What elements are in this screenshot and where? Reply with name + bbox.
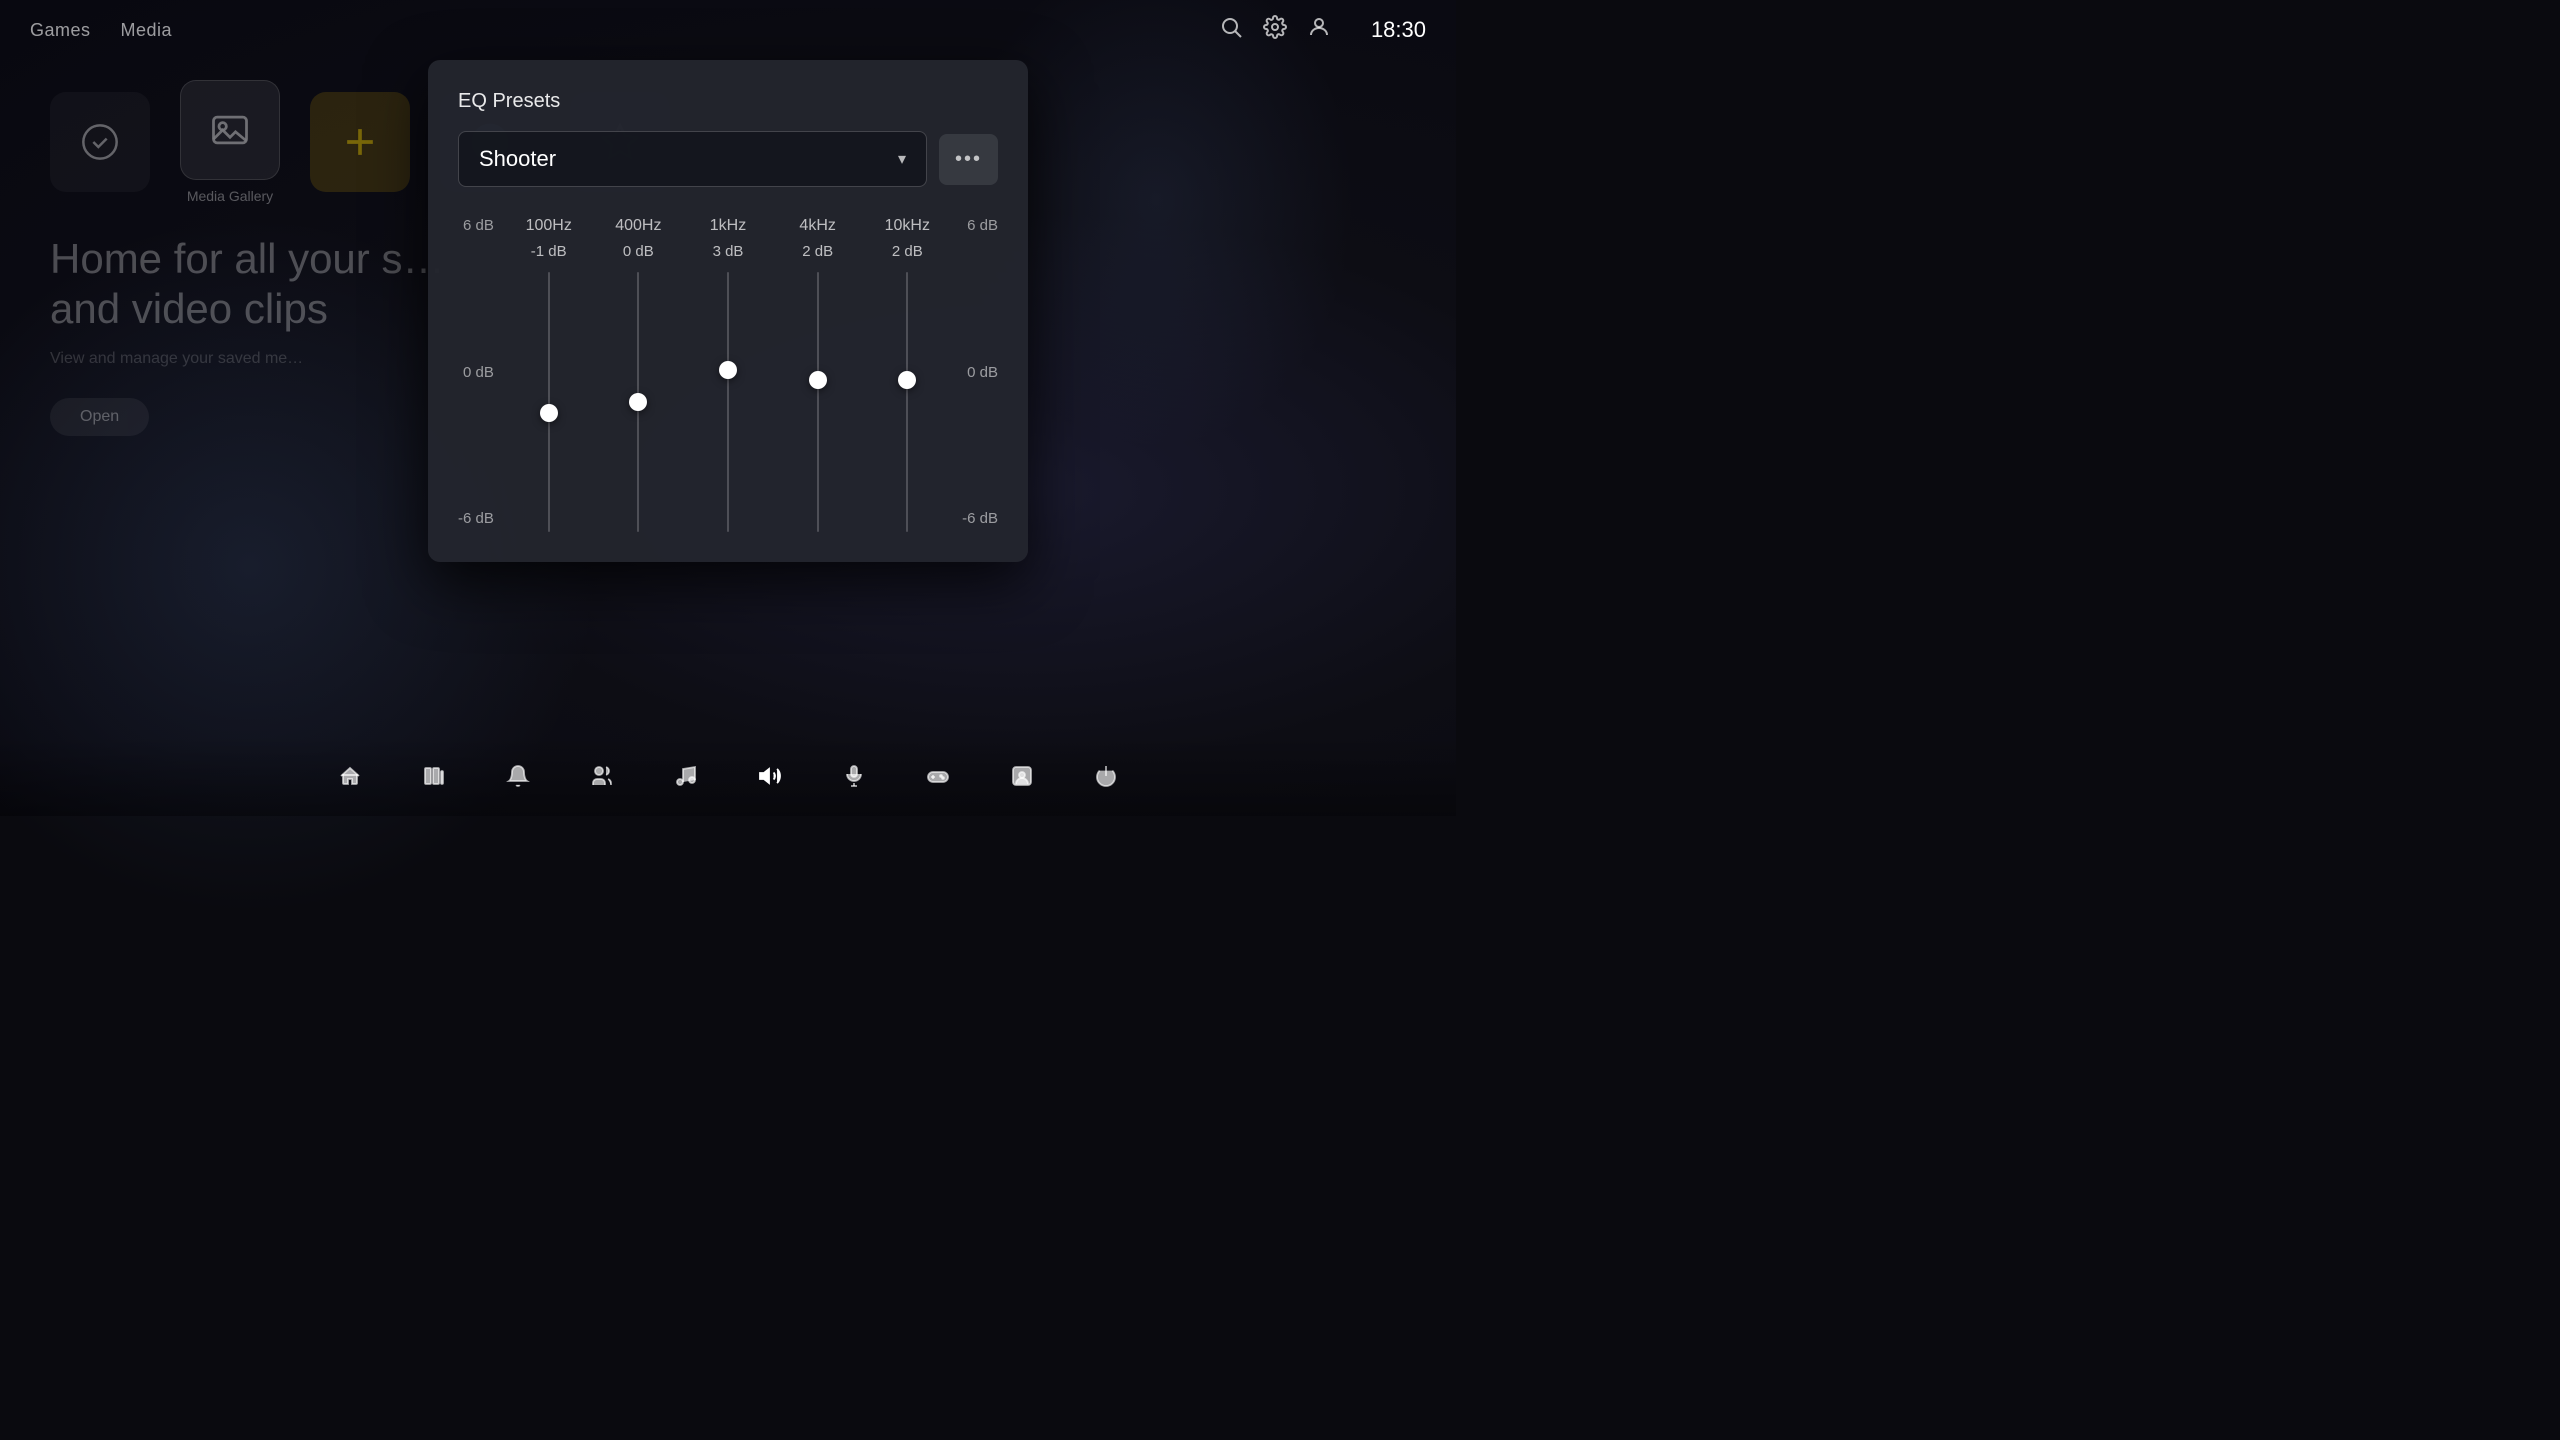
eq-scale-right: 6 dB 0 dB -6 dB [952,217,998,527]
slider-400hz-thumb[interactable] [629,393,647,411]
nav-volume-icon[interactable] [748,754,792,798]
slider-10khz-track [906,272,908,532]
eq-db-values: -1 dB 0 dB 3 dB 2 dB 2 dB [504,243,952,260]
eq-scale-right-mid: 0 dB [962,364,998,381]
dropdown-arrow-icon: ▾ [898,149,906,169]
nav-avatar-icon[interactable] [1000,754,1044,798]
slider-1khz-thumb[interactable] [719,361,737,379]
eq-sliders-grid: 100Hz 400Hz 1kHz 4kHz 10kHz -1 dB 0 dB 3… [504,217,952,532]
more-dots-icon: ••• [955,148,982,171]
freq-1khz: 1kHz [688,217,768,235]
slider-100hz-thumb[interactable] [540,404,558,422]
eq-scale-left-mid: 0 dB [458,364,494,381]
eq-modal: EQ Presets Shooter ▾ ••• 6 dB 0 dB -6 dB [428,60,1028,562]
modal-overlay: EQ Presets Shooter ▾ ••• 6 dB 0 dB -6 dB [0,0,1456,816]
nav-power-icon[interactable] [1084,754,1128,798]
db-1khz: 3 dB [688,243,768,260]
slider-100hz[interactable] [509,272,589,532]
eq-slider-tracks [504,272,952,532]
freq-4khz: 4kHz [778,217,858,235]
bottom-navigation [0,736,1456,816]
nav-friends-icon[interactable] [580,754,624,798]
nav-home-icon[interactable] [328,754,372,798]
eq-preset-dropdown[interactable]: Shooter ▾ [458,131,927,187]
db-400hz: 0 dB [598,243,678,260]
eq-scale-right-bot: -6 dB [962,510,998,527]
eq-modal-title: EQ Presets [458,90,998,113]
db-100hz: -1 dB [509,243,589,260]
nav-library-icon[interactable] [412,754,456,798]
eq-scale-left-top: 6 dB [458,217,494,234]
eq-sliders-container: 6 dB 0 dB -6 dB 100Hz 400Hz 1kHz 4kHz 10… [458,217,998,532]
slider-10khz[interactable] [867,272,947,532]
freq-400hz: 400Hz [598,217,678,235]
freq-100hz: 100Hz [509,217,589,235]
eq-preset-selected: Shooter [479,146,556,172]
nav-controller-icon[interactable] [916,754,960,798]
eq-scale-left: 6 dB 0 dB -6 dB [458,217,504,527]
slider-4khz-thumb[interactable] [809,371,827,389]
eq-freq-labels: 100Hz 400Hz 1kHz 4kHz 10kHz [504,217,952,235]
nav-music-icon[interactable] [664,754,708,798]
slider-10khz-thumb[interactable] [898,371,916,389]
eq-dropdown-row: Shooter ▾ ••• [458,131,998,187]
eq-more-button[interactable]: ••• [939,134,998,185]
freq-10khz: 10kHz [867,217,947,235]
eq-scale-right-top: 6 dB [962,217,998,234]
slider-1khz[interactable] [688,272,768,532]
slider-400hz-track [637,272,639,532]
slider-4khz[interactable] [778,272,858,532]
eq-scale-left-bot: -6 dB [458,510,494,527]
slider-400hz[interactable] [598,272,678,532]
slider-4khz-track [817,272,819,532]
db-4khz: 2 dB [778,243,858,260]
slider-100hz-track [548,272,550,532]
slider-1khz-track [727,272,729,532]
db-10khz: 2 dB [867,243,947,260]
nav-notifications-icon[interactable] [496,754,540,798]
nav-mic-icon[interactable] [832,754,876,798]
